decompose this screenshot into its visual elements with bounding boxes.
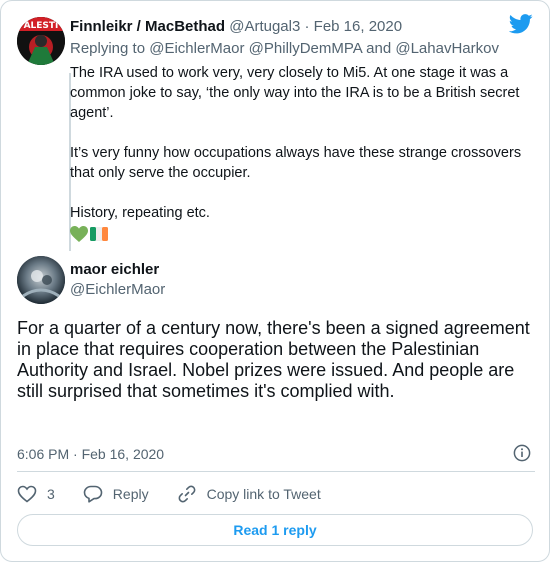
green-heart-icon — [70, 225, 88, 242]
reply-label: Reply — [112, 486, 149, 502]
main-avatar[interactable] — [17, 256, 65, 304]
main-handle[interactable]: @EichlerMaor — [70, 281, 165, 299]
main-tweet-text: For a quarter of a century now, there's … — [17, 318, 530, 401]
action-bar: 3 Reply Copy link to Tweet — [17, 483, 349, 505]
reply-button[interactable]: Reply — [83, 485, 149, 503]
info-icon[interactable] — [513, 444, 531, 462]
replying-and: and — [366, 40, 392, 57]
parent-header: Finnleikr / MacBethad @Artugal3 · Feb 16… — [70, 17, 510, 37]
read-replies-button[interactable]: Read 1 reply — [17, 514, 533, 546]
parent-paragraph: History, repeating etc. — [70, 205, 210, 221]
mention-link[interactable]: @EichlerMaor — [149, 40, 244, 57]
link-icon — [178, 485, 196, 503]
parent-handle[interactable]: @Artugal3 — [229, 18, 300, 35]
avatar-text: ALESTI — [24, 21, 59, 31]
main-tweet-header: maor eichler @EichlerMaor — [17, 253, 537, 305]
mention-link[interactable]: @PhillyDemMPA — [249, 40, 362, 57]
like-button[interactable]: 3 — [17, 485, 55, 503]
heart-icon — [17, 485, 37, 503]
parent-name[interactable]: Finnleikr / MacBethad — [70, 18, 225, 35]
copy-link-label: Copy link to Tweet — [206, 486, 321, 502]
divider — [17, 471, 535, 472]
twitter-bird-icon[interactable] — [509, 13, 533, 35]
emoji-row — [70, 224, 108, 244]
parent-text: The IRA used to work very, very closely … — [70, 63, 530, 243]
separator: · — [304, 18, 310, 35]
reply-icon — [83, 485, 103, 503]
parent-paragraph: The IRA used to work very, very closely … — [70, 65, 520, 121]
copy-link-button[interactable]: Copy link to Tweet — [177, 484, 321, 504]
main-name[interactable]: maor eichler — [70, 261, 159, 279]
parent-paragraph: It’s very funny how occupations always h… — [70, 145, 522, 181]
ireland-flag-icon — [90, 227, 108, 241]
tweet-card: ALESTI Finnleikr / MacBethad @Artugal3 ·… — [0, 0, 550, 562]
parent-date[interactable]: Feb 16, 2020 — [314, 18, 402, 35]
main-timestamp[interactable]: 6:06 PM · Feb 16, 2020 — [17, 445, 164, 463]
replying-prefix: Replying to — [70, 40, 146, 57]
parent-avatar[interactable]: ALESTI — [17, 17, 65, 65]
replying-to: Replying to @EichlerMaor @PhillyDemMPA a… — [70, 39, 499, 59]
like-count: 3 — [47, 486, 55, 502]
mention-link[interactable]: @LahavHarkov — [395, 40, 499, 57]
